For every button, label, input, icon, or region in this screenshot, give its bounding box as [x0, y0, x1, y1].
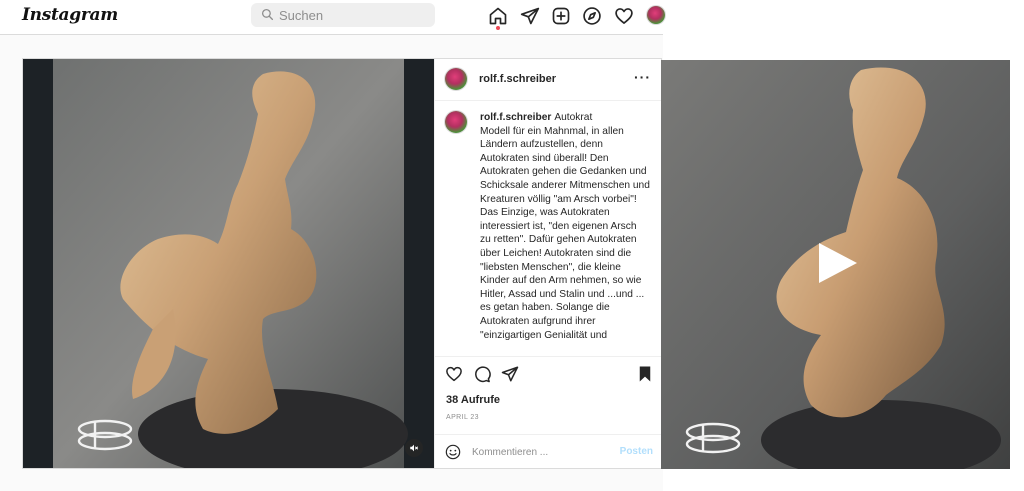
home-icon[interactable]: [488, 6, 508, 26]
top-navbar: Instagram: [0, 0, 665, 35]
more-options-icon[interactable]: ···: [634, 69, 651, 85]
search-icon: [261, 8, 274, 21]
caption-username[interactable]: rolf.f.schreiber: [480, 112, 551, 123]
activity-icon[interactable]: [614, 6, 634, 26]
share-icon[interactable]: [501, 365, 519, 383]
post-video[interactable]: [23, 59, 434, 468]
search-input[interactable]: [279, 6, 429, 24]
caption: rolf.f.schreiber Autokrat Modell für ein …: [480, 111, 650, 342]
instagram-logo[interactable]: Instagram: [22, 5, 118, 25]
caption-section: rolf.f.schreiber Autokrat Modell für ein …: [435, 101, 661, 356]
caption-avatar[interactable]: [445, 111, 467, 133]
profile-avatar[interactable]: [647, 6, 665, 24]
comment-input[interactable]: [472, 444, 612, 460]
view-count[interactable]: 38 Aufrufe: [446, 394, 500, 406]
mute-button[interactable]: [405, 439, 423, 457]
watermark-logo: [77, 419, 133, 451]
author-username[interactable]: rolf.f.schreiber: [479, 73, 556, 85]
instagram-page: Instagram Suchen rolf.f.schreiber ··· ro…: [0, 0, 665, 491]
comment-icon[interactable]: [473, 365, 491, 383]
direct-icon[interactable]: [520, 6, 540, 26]
comment-bar: Posten: [435, 434, 661, 467]
post-card: rolf.f.schreiber ··· rolf.f.schreiber Aut…: [22, 58, 662, 469]
watermark-logo-preview: [685, 422, 741, 454]
post-date[interactable]: APRIL 23: [446, 414, 479, 421]
post-header: rolf.f.schreiber ···: [435, 59, 661, 101]
post-actions: 38 Aufrufe APRIL 23 Posten: [435, 356, 661, 468]
author-avatar[interactable]: [445, 68, 467, 90]
sculpture-photo: [23, 59, 434, 468]
post-sidebar: rolf.f.schreiber ··· rolf.f.schreiber Aut…: [434, 59, 661, 468]
video-preview[interactable]: [661, 60, 1010, 469]
play-icon[interactable]: [815, 241, 859, 285]
new-post-icon[interactable]: [551, 6, 571, 26]
save-icon[interactable]: [637, 365, 653, 383]
speaker-muted-icon: [410, 444, 419, 452]
explore-icon[interactable]: [582, 6, 602, 26]
caption-body: Modell für ein Mahnmal, in allen Ländern…: [480, 125, 650, 341]
caption-title: Autokrat: [554, 112, 593, 123]
post-comment-button[interactable]: Posten: [620, 446, 653, 457]
active-indicator: [496, 26, 500, 30]
emoji-icon[interactable]: [445, 444, 461, 460]
like-icon[interactable]: [445, 365, 463, 383]
search-box[interactable]: [251, 3, 435, 27]
